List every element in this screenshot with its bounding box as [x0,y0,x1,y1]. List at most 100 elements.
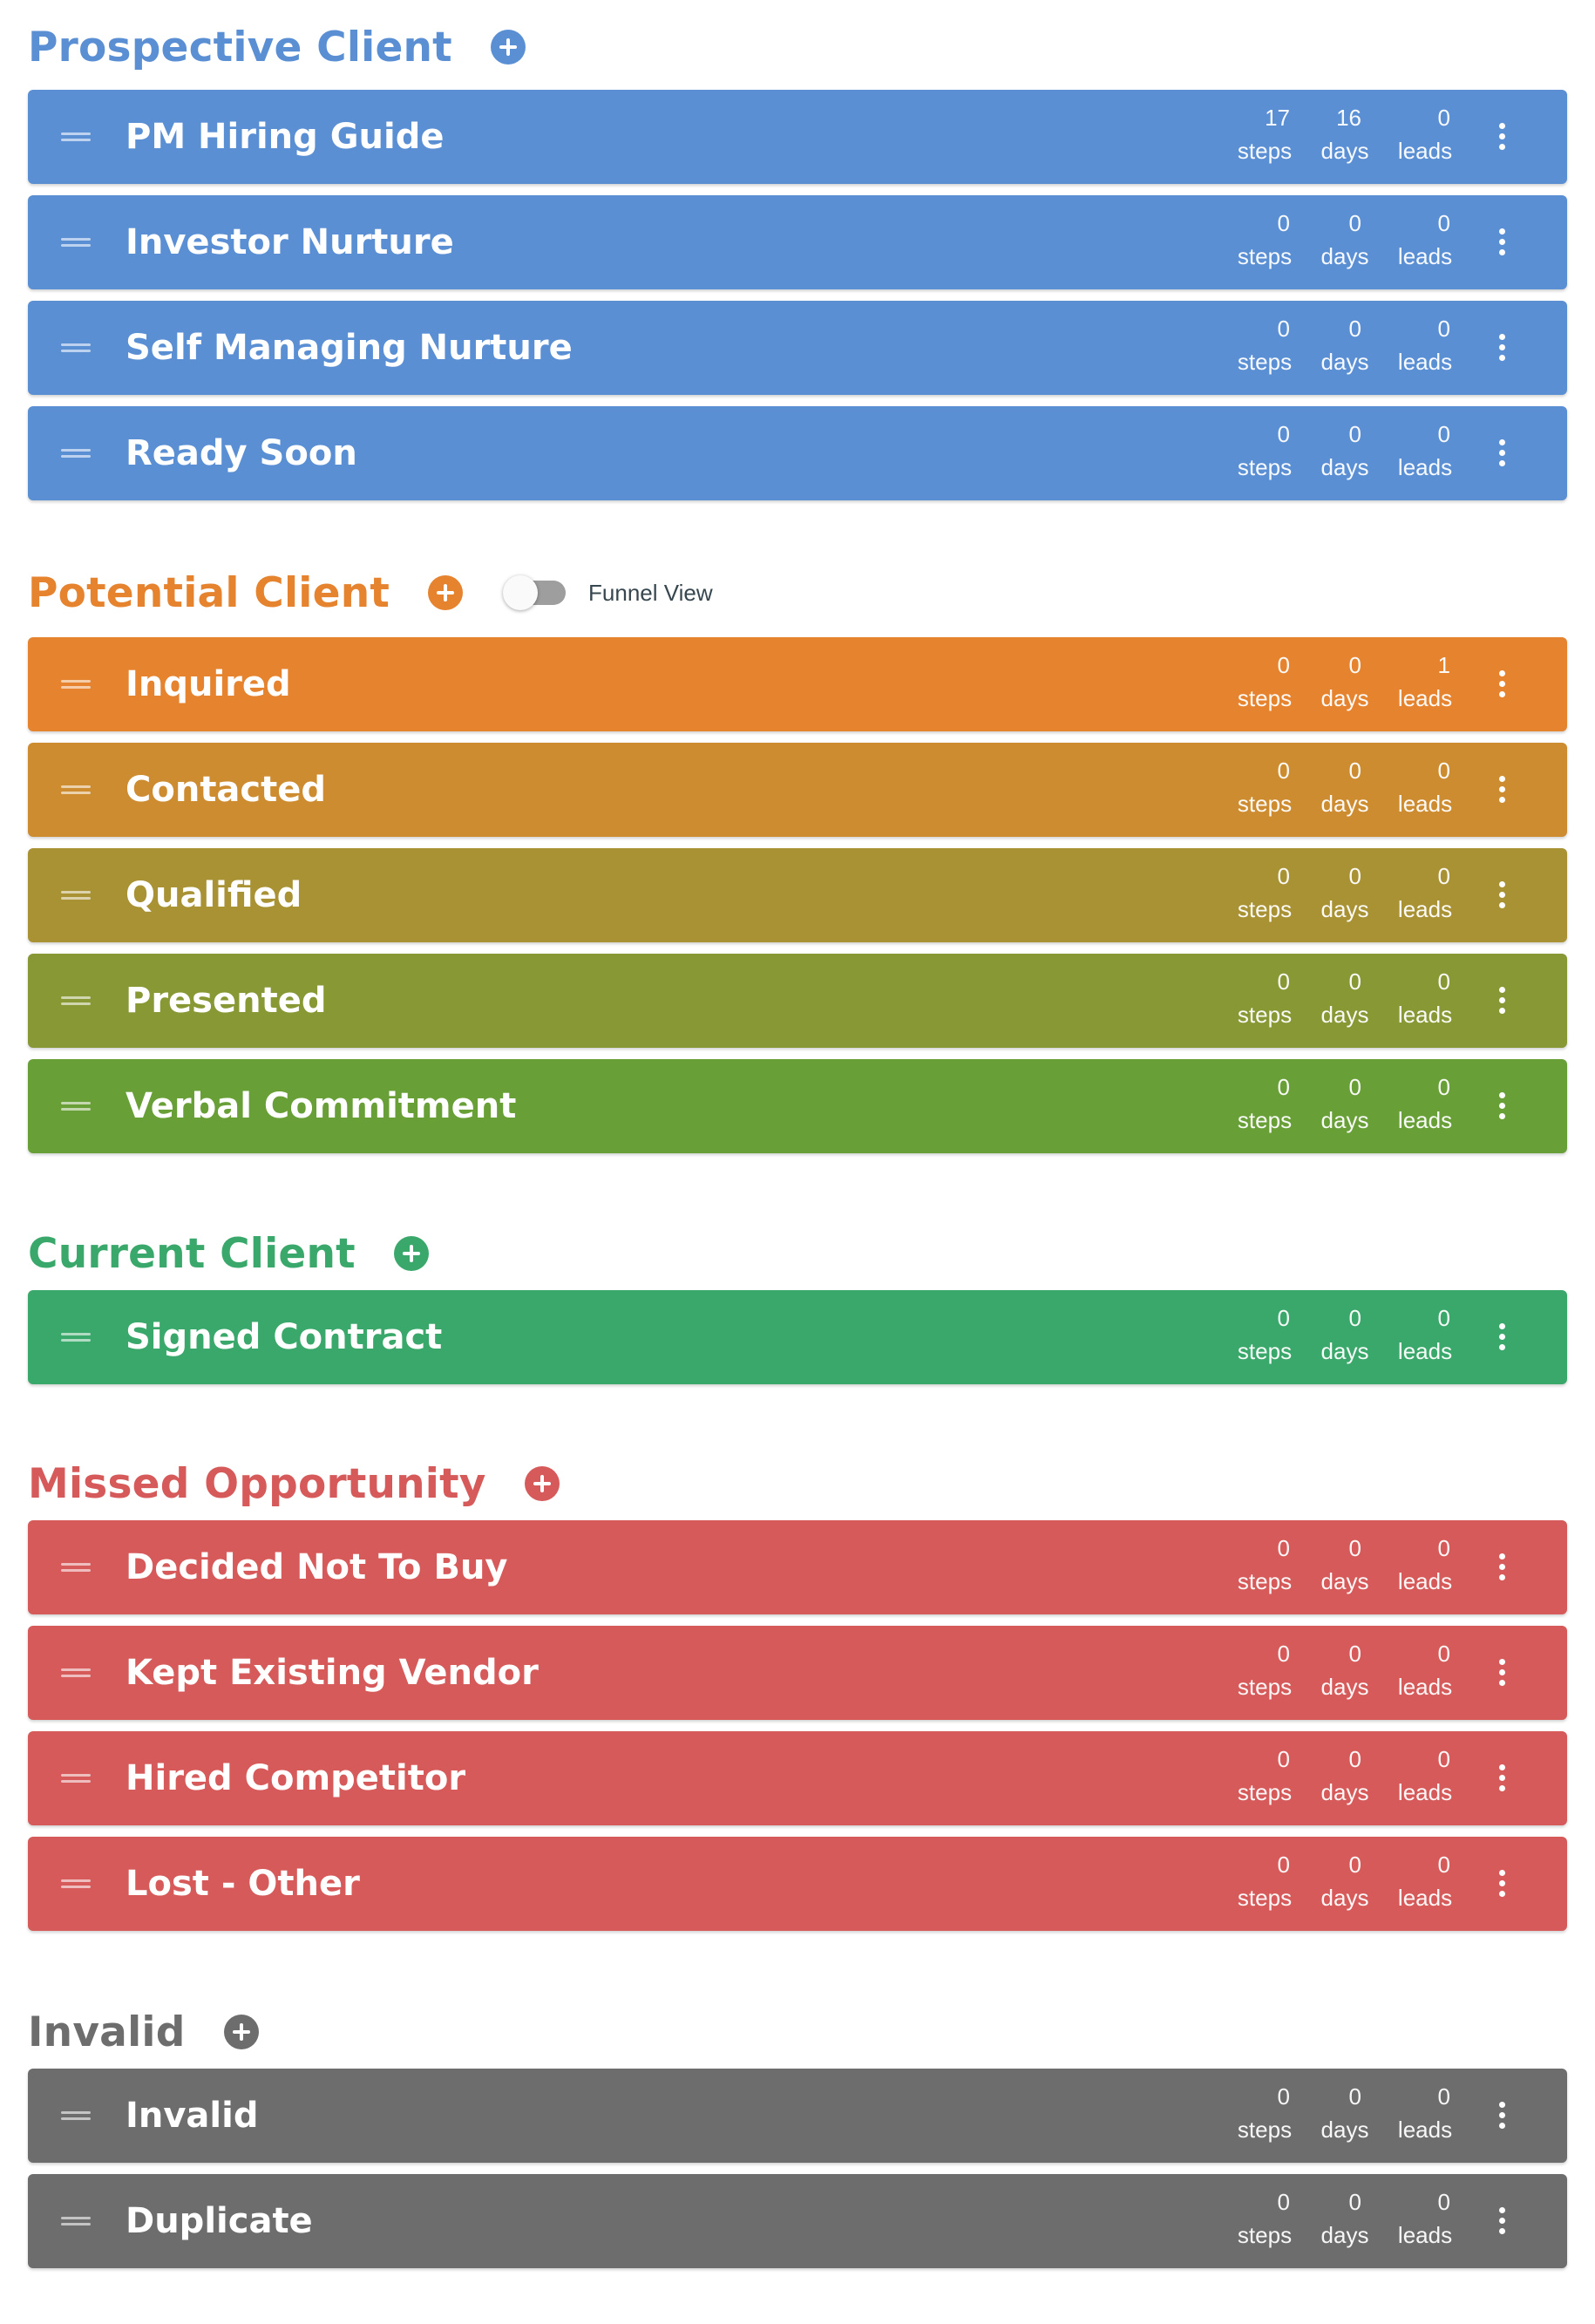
stage-row-lost-other[interactable]: Lost - Other 0 steps 0 days 0 leads [28,1837,1567,1931]
drag-handle-icon[interactable] [61,1668,91,1677]
stage-name[interactable]: Ready Soon [126,406,357,500]
stage-row-qualified[interactable]: Qualified 0 steps 0 days 0 leads [28,848,1567,942]
more-options-icon[interactable] [1489,327,1515,369]
days-count: 0 [1348,1641,1361,1667]
leads-label: leads [1397,685,1453,711]
steps-count: 0 [1277,2083,1290,2110]
steps-label: steps [1237,1674,1293,1700]
plus-circle-icon [428,575,463,610]
steps-label: steps [1237,2117,1293,2143]
stat-days: 0 days [1306,1302,1384,1372]
drag-handle-icon[interactable] [61,785,91,794]
stage-name[interactable]: Self Managing Nurture [126,301,573,395]
more-options-icon[interactable] [1489,1757,1515,1799]
stage-name[interactable]: Kept Existing Vendor [126,1626,539,1720]
stat-leads: 0 leads [1386,1743,1464,1813]
leads-label: leads [1397,2117,1453,2143]
more-options-icon[interactable] [1489,980,1515,1022]
days-count: 0 [1348,1074,1361,1100]
more-options-icon[interactable] [1489,221,1515,263]
stat-steps: 0 steps [1225,418,1304,488]
drag-handle-icon[interactable] [61,2111,91,2120]
more-options-icon[interactable] [1489,1863,1515,1905]
stat-steps: 0 steps [1225,2186,1304,2256]
funnel-view-toggle[interactable] [503,575,567,610]
drag-handle-icon[interactable] [61,449,91,458]
section-header-invalid: Invalid [28,2001,259,2062]
stage-row-invalid[interactable]: Invalid 0 steps 0 days 0 leads [28,2069,1567,2163]
days-label: days [1320,896,1369,922]
stage-name[interactable]: Duplicate [126,2174,313,2268]
more-options-icon[interactable] [1489,1652,1515,1694]
drag-handle-icon[interactable] [61,1333,91,1342]
stage-row-verbal-commitment[interactable]: Verbal Commitment 0 steps 0 days 0 leads [28,1059,1567,1153]
stage-name[interactable]: Lost - Other [126,1837,360,1931]
stage-name[interactable]: Presented [126,954,326,1048]
stage-name[interactable]: Hired Competitor [126,1731,465,1825]
drag-handle-icon[interactable] [61,680,91,689]
leads-count: 0 [1437,210,1450,236]
add-stage-button[interactable] [223,2015,259,2049]
stage-row-investor-nurture[interactable]: Investor Nurture 0 steps 0 days 0 leads [28,195,1567,289]
more-options-icon[interactable] [1489,432,1515,474]
leads-count: 0 [1437,1746,1450,1772]
drag-handle-icon[interactable] [61,238,91,247]
drag-handle-icon[interactable] [61,1102,91,1111]
stat-days: 0 days [1306,1849,1384,1919]
stage-row-signed-contract[interactable]: Signed Contract 0 steps 0 days 0 leads [28,1290,1567,1384]
stage-row-decided-not-to-buy[interactable]: Decided Not To Buy 0 steps 0 days 0 leads [28,1520,1567,1614]
drag-handle-icon[interactable] [61,1774,91,1783]
stage-row-hired-competitor[interactable]: Hired Competitor 0 steps 0 days 0 leads [28,1731,1567,1825]
steps-count: 0 [1277,1641,1290,1667]
drag-handle-icon[interactable] [61,133,91,141]
stage-name[interactable]: Contacted [126,743,326,837]
more-options-icon[interactable] [1489,874,1515,916]
stage-row-contacted[interactable]: Contacted 0 steps 0 days 0 leads [28,743,1567,837]
drag-handle-icon[interactable] [61,2217,91,2225]
stage-row-presented[interactable]: Presented 0 steps 0 days 0 leads [28,954,1567,1048]
steps-count: 0 [1277,1074,1290,1100]
stat-days: 0 days [1306,1071,1384,1141]
drag-handle-icon[interactable] [61,1879,91,1888]
more-options-icon[interactable] [1489,2200,1515,2242]
stat-steps: 0 steps [1225,1638,1304,1708]
stat-leads: 0 leads [1386,207,1464,277]
drag-handle-icon[interactable] [61,343,91,352]
more-options-icon[interactable] [1489,116,1515,158]
steps-label: steps [1237,349,1293,375]
stat-days: 0 days [1306,2186,1384,2256]
stage-row-duplicate[interactable]: Duplicate 0 steps 0 days 0 leads [28,2174,1567,2268]
stage-name[interactable]: Inquired [126,637,291,731]
stage-name[interactable]: Verbal Commitment [126,1059,516,1153]
stage-row-ready-soon[interactable]: Ready Soon 0 steps 0 days 0 leads [28,406,1567,500]
stage-name[interactable]: PM Hiring Guide [126,90,445,184]
add-stage-button[interactable] [393,1236,429,1271]
more-options-icon[interactable] [1489,1316,1515,1358]
stage-name[interactable]: Investor Nurture [126,195,454,289]
toggle-knob [503,575,539,610]
add-stage-button[interactable] [490,30,526,65]
steps-count: 0 [1277,652,1290,678]
stage-row-pm-hiring-guide[interactable]: PM Hiring Guide 17 steps 16 days 0 leads [28,90,1567,184]
more-options-icon[interactable] [1489,769,1515,811]
stage-name[interactable]: Decided Not To Buy [126,1520,508,1614]
stage-row-kept-existing-vendor[interactable]: Kept Existing Vendor 0 steps 0 days 0 leads [28,1626,1567,1720]
stage-row-inquired[interactable]: Inquired 0 steps 0 days 1 leads [28,637,1567,731]
drag-handle-icon[interactable] [61,996,91,1005]
more-options-icon[interactable] [1489,663,1515,705]
add-stage-button[interactable] [428,575,464,610]
leads-count: 0 [1437,316,1450,342]
stat-days: 0 days [1306,649,1384,719]
more-options-icon[interactable] [1489,1546,1515,1588]
stage-row-self-managing-nurture[interactable]: Self Managing Nurture 0 steps 0 days 0 leads [28,301,1567,395]
more-options-icon[interactable] [1489,2095,1515,2137]
stage-name[interactable]: Invalid [126,2069,258,2163]
more-options-icon[interactable] [1489,1085,1515,1127]
stat-steps: 0 steps [1225,1532,1304,1602]
stage-name[interactable]: Qualified [126,848,302,942]
drag-handle-icon[interactable] [61,891,91,900]
add-stage-button[interactable] [524,1466,560,1501]
stage-name[interactable]: Signed Contract [126,1290,442,1384]
steps-label: steps [1237,1107,1293,1133]
drag-handle-icon[interactable] [61,1563,91,1572]
